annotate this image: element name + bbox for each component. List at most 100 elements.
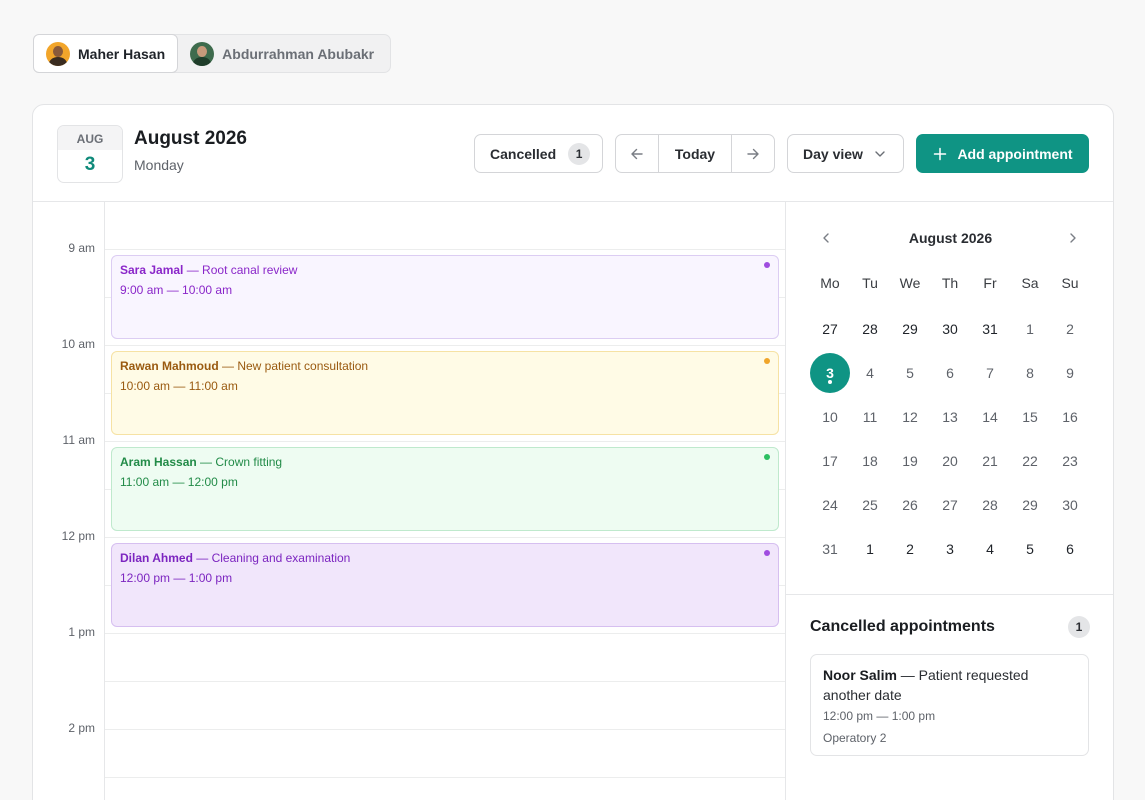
- mini-calendar-day[interactable]: 30: [930, 309, 970, 349]
- hour-label: 12 pm: [61, 529, 95, 543]
- hour-label: 10 am: [61, 337, 95, 351]
- mini-calendar-day[interactable]: 14: [970, 397, 1010, 437]
- appointment-patient: Rawan Mahmoud: [120, 359, 219, 373]
- mini-calendar-day[interactable]: 6: [1050, 529, 1090, 569]
- appointment-title: Rawan Mahmoud — New patient consultation: [120, 359, 770, 373]
- date-badge-day: 3: [84, 154, 96, 175]
- chevron-right-icon: [1070, 233, 1076, 243]
- cancelled-appointment-time: 12:00 pm — 1:00 pm: [823, 709, 936, 723]
- previous-day-button[interactable]: [616, 135, 658, 172]
- mini-calendar-day[interactable]: 5: [890, 353, 930, 393]
- view-select[interactable]: Day view: [787, 134, 904, 173]
- grid-line: [105, 729, 785, 730]
- weekday-header: Th: [941, 275, 959, 291]
- mini-calendar-day[interactable]: 16: [1050, 397, 1090, 437]
- appointment-patient: Dilan Ahmed: [120, 551, 193, 565]
- mini-calendar-day[interactable]: 9: [1050, 353, 1090, 393]
- cancelled-button-label: Cancelled: [490, 145, 557, 162]
- cancelled-appointment-card[interactable]: Noor Salim — Patient requested another d…: [810, 654, 1089, 756]
- mini-calendar-day[interactable]: 8: [1010, 353, 1050, 393]
- appointment-patient: Sara Jamal: [120, 263, 184, 277]
- mini-calendar-day[interactable]: 11: [850, 397, 890, 437]
- provider-switcher: Maher Hasan Abdurrahman Abubakr: [33, 34, 391, 73]
- mini-calendar-day[interactable]: 2: [890, 529, 930, 569]
- appointment-title: Sara Jamal — Root canal review: [120, 263, 770, 277]
- appointment-event[interactable]: Sara Jamal — Root canal review 9:00 am — …: [111, 255, 779, 339]
- appointment-time: 12:00 pm — 1:00 pm: [120, 571, 233, 585]
- mini-calendar-next-button[interactable]: [1061, 226, 1085, 250]
- add-appointment-button[interactable]: Add appointment: [916, 134, 1089, 173]
- date-badge: AUG 3: [57, 125, 123, 183]
- weekday-header: We: [899, 275, 921, 291]
- grid-line: [105, 537, 785, 538]
- appointment-reason: — Crown fitting: [196, 455, 283, 469]
- mini-calendar-day[interactable]: 23: [1050, 441, 1090, 481]
- mini-calendar-day[interactable]: 21: [970, 441, 1010, 481]
- cancelled-appointment-room: Operatory 2: [823, 731, 887, 745]
- mini-calendar-day[interactable]: 6: [930, 353, 970, 393]
- mini-calendar-day[interactable]: 3: [930, 529, 970, 569]
- mini-calendar-day[interactable]: 4: [850, 353, 890, 393]
- mini-calendar-day[interactable]: 12: [890, 397, 930, 437]
- appointment-event[interactable]: Rawan Mahmoud — New patient consultation…: [111, 351, 779, 435]
- weekday-header: Tu: [862, 275, 878, 291]
- status-dot: [764, 454, 770, 460]
- mini-calendar-day[interactable]: 25: [850, 485, 890, 525]
- mini-calendar-day[interactable]: 30: [1050, 485, 1090, 525]
- mini-calendar-day[interactable]: 26: [890, 485, 930, 525]
- mini-calendar-day[interactable]: 28: [970, 485, 1010, 525]
- chevron-left-icon: [823, 233, 829, 243]
- time-gutter: [33, 202, 105, 800]
- mini-calendar-day[interactable]: 18: [850, 441, 890, 481]
- grid-line: [105, 249, 785, 250]
- next-day-button[interactable]: [732, 135, 774, 172]
- mini-calendar-day[interactable]: 15: [1010, 397, 1050, 437]
- mini-calendar-day[interactable]: 29: [1010, 485, 1050, 525]
- mini-calendar-day[interactable]: 29: [890, 309, 930, 349]
- mini-calendar-prev-button[interactable]: [814, 226, 838, 250]
- provider-tab-maher-hasan[interactable]: Maher Hasan: [33, 34, 179, 73]
- mini-calendar-day[interactable]: 10: [810, 397, 850, 437]
- provider-name: Abdurrahman Abubakr: [222, 45, 375, 62]
- mini-calendar-day[interactable]: 27: [810, 309, 850, 349]
- calendar-card: AUG 3 August 2026 Monday Cancelled 1 Tod…: [32, 104, 1114, 800]
- appointment-event[interactable]: Aram Hassan — Crown fitting 11:00 am — 12…: [111, 447, 779, 531]
- status-dot: [764, 262, 770, 268]
- mini-calendar-day[interactable]: 1: [1010, 309, 1050, 349]
- mini-calendar-day[interactable]: 5: [1010, 529, 1050, 569]
- day-timeline: 9 am 10 am 11 am 12 pm 1 pm 2 pm Sara Jamal — …: [33, 202, 786, 800]
- hour-label: 1 pm: [68, 625, 95, 639]
- today-button[interactable]: Today: [658, 135, 732, 172]
- mini-calendar-day[interactable]: 28: [850, 309, 890, 349]
- appointment-title: Dilan Ahmed — Cleaning and examination: [120, 551, 770, 565]
- divider: [786, 594, 1113, 595]
- mini-calendar-day[interactable]: 27: [930, 485, 970, 525]
- mini-calendar-day-selected[interactable]: 3: [810, 353, 850, 393]
- mini-calendar-day[interactable]: 19: [890, 441, 930, 481]
- weekday-label: Monday: [134, 157, 184, 173]
- mini-calendar-day[interactable]: 7: [970, 353, 1010, 393]
- cancelled-patient-name: Noor Salim: [823, 667, 897, 683]
- appointment-reason: — New patient consultation: [218, 359, 369, 373]
- mini-calendar-day[interactable]: 2: [1050, 309, 1090, 349]
- date-badge-month: AUG: [58, 126, 122, 150]
- weekday-header: Mo: [820, 275, 840, 291]
- mini-calendar-day[interactable]: 1: [850, 529, 890, 569]
- mini-calendar-day[interactable]: 22: [1010, 441, 1050, 481]
- mini-calendar-day[interactable]: 13: [930, 397, 970, 437]
- appointment-time: 11:00 am — 12:00 pm: [120, 475, 238, 489]
- weekday-header: Su: [1061, 275, 1079, 291]
- mini-calendar-day[interactable]: 17: [810, 441, 850, 481]
- mini-calendar-day[interactable]: 31: [810, 529, 850, 569]
- mini-calendar-day[interactable]: 4: [970, 529, 1010, 569]
- grid-line: [105, 777, 785, 778]
- mini-calendar-day[interactable]: 24: [810, 485, 850, 525]
- mini-calendar-day[interactable]: 20: [930, 441, 970, 481]
- appointment-event[interactable]: Dilan Ahmed — Cleaning and examination 12…: [111, 543, 779, 627]
- mini-calendar-header: August 2026: [786, 226, 1113, 250]
- mini-calendar-day[interactable]: 31: [970, 309, 1010, 349]
- grid-line: [105, 345, 785, 346]
- cancelled-button[interactable]: Cancelled 1: [474, 134, 603, 173]
- provider-tab-abdurrahman-abubakr[interactable]: Abdurrahman Abubakr: [178, 35, 386, 72]
- plus-icon: [934, 147, 947, 160]
